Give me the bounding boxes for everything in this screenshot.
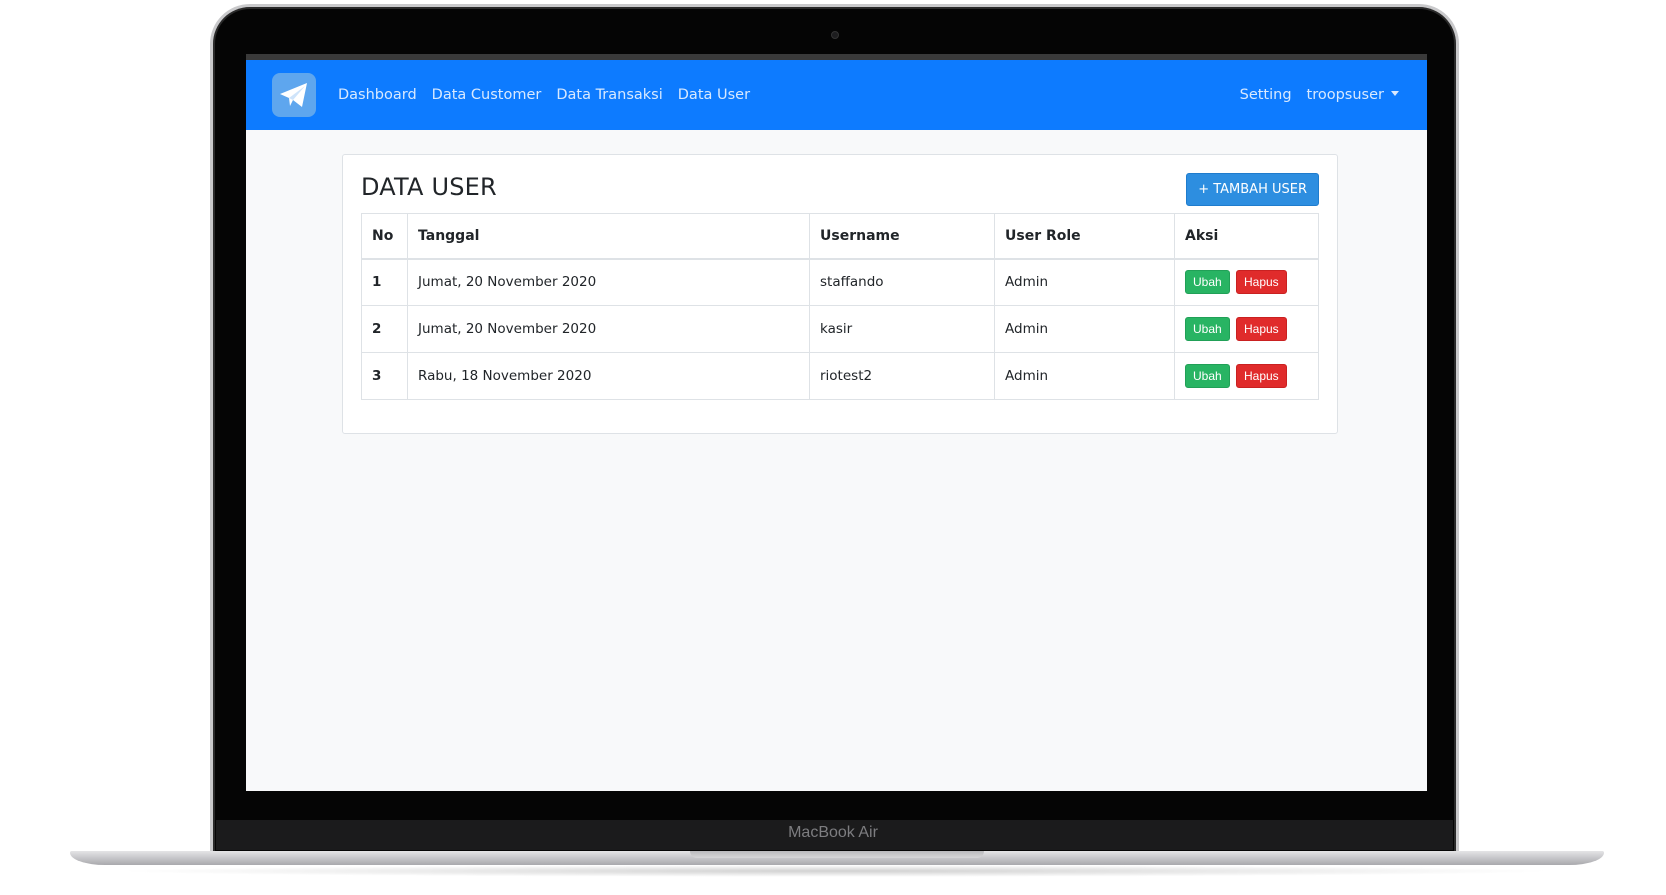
device-label: MacBook Air (788, 824, 878, 841)
camera-icon (831, 31, 839, 39)
data-user-card: DATA USER + TAMBAH USER No Tanggal Usern… (342, 154, 1338, 434)
cell-actions: Ubah Hapus (1174, 352, 1319, 400)
nav-data-customer[interactable]: Data Customer (432, 87, 542, 103)
table-row: 2 Jumat, 20 November 2020 kasir Admin Ub… (361, 305, 1319, 353)
user-table: No Tanggal Username User Role Aksi 1 Jum… (361, 213, 1319, 400)
header-user-role: User Role (994, 213, 1175, 260)
cell-role: Admin (994, 305, 1175, 353)
cell-no: 1 (361, 258, 408, 306)
nav-data-user[interactable]: Data User (678, 87, 750, 103)
cell-no: 2 (361, 305, 408, 353)
header-username: Username (809, 213, 995, 260)
nav-setting[interactable]: Setting (1240, 87, 1292, 103)
delete-button[interactable]: Hapus (1235, 317, 1287, 341)
table-row: 3 Rabu, 18 November 2020 riotest2 Admin … (361, 352, 1319, 400)
cell-tanggal: Jumat, 20 November 2020 (407, 305, 810, 353)
add-user-button[interactable]: + TAMBAH USER (1186, 173, 1319, 206)
delete-button[interactable]: Hapus (1235, 270, 1287, 295)
nav-dashboard[interactable]: Dashboard (338, 87, 417, 103)
cell-username: kasir (809, 305, 995, 353)
cell-actions: Ubah Hapus (1174, 258, 1319, 306)
cell-tanggal: Jumat, 20 November 2020 (407, 258, 810, 306)
cell-role: Admin (994, 258, 1175, 306)
brand-logo[interactable] (272, 73, 316, 117)
cell-username: staffando (809, 258, 995, 306)
navbar: Dashboard Data Customer Data Transaksi D… (246, 60, 1427, 130)
cell-tanggal: Rabu, 18 November 2020 (407, 352, 810, 400)
chevron-down-icon (1391, 91, 1399, 96)
paper-plane-icon (280, 83, 307, 107)
user-dropdown[interactable]: troopsuser (1307, 87, 1399, 103)
cell-username: riotest2 (809, 352, 995, 400)
header-tanggal: Tanggal (407, 213, 810, 260)
user-name: troopsuser (1306, 87, 1384, 103)
nav-data-transaksi[interactable]: Data Transaksi (556, 87, 662, 103)
laptop-notch (690, 851, 984, 858)
nav-right: Setting troopsuser (1240, 87, 1399, 103)
cell-role: Admin (994, 352, 1175, 400)
edit-button[interactable]: Ubah (1185, 317, 1230, 341)
cell-no: 3 (361, 352, 408, 400)
header-aksi: Aksi (1174, 213, 1319, 260)
cell-actions: Ubah Hapus (1174, 305, 1319, 353)
laptop-shadow (110, 865, 1560, 877)
edit-button[interactable]: Ubah (1185, 270, 1230, 295)
screen: Dashboard Data Customer Data Transaksi D… (246, 54, 1427, 791)
delete-button[interactable]: Hapus (1235, 364, 1287, 388)
header-no: No (361, 213, 408, 260)
edit-button[interactable]: Ubah (1185, 364, 1230, 388)
table-header-row: No Tanggal Username User Role Aksi (361, 213, 1319, 260)
table-row: 1 Jumat, 20 November 2020 staffando Admi… (361, 258, 1319, 306)
page-title: DATA USER (361, 173, 497, 201)
